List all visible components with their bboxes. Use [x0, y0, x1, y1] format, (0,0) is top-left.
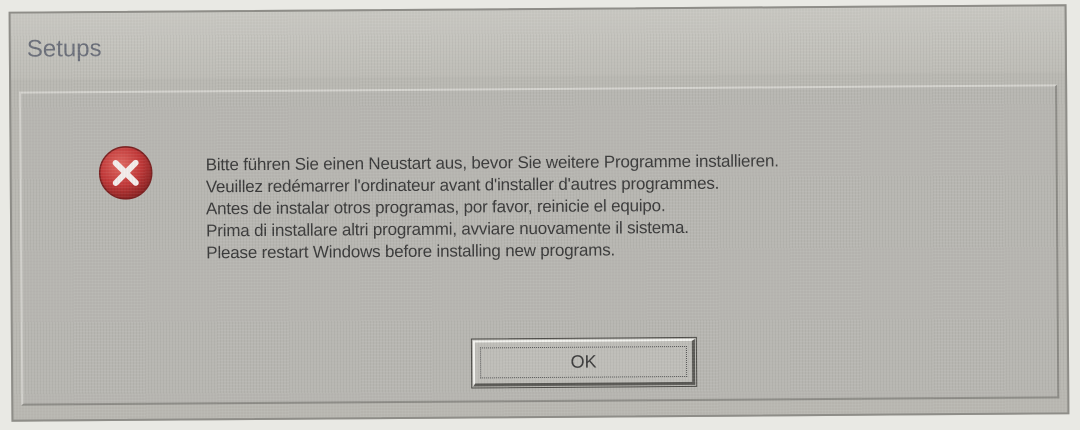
ok-button[interactable]: OK [470, 336, 698, 389]
title-bar[interactable]: Setups [10, 6, 1066, 80]
message-text: Bitte führen Sie einen Neustart aus, bev… [206, 150, 780, 264]
setup-dialog: Setups Bitte führen Sie einen Neustart a… [8, 4, 1070, 422]
dialog-body: Bitte führen Sie einen Neustart aus, bev… [19, 84, 1060, 406]
message-line-en: Please restart Windows before installing… [206, 240, 616, 263]
message-line-fr: Veuillez redémarrer l'ordinateur avant d… [205, 173, 720, 197]
error-icon [98, 146, 153, 200]
window-title: Setups [26, 35, 102, 63]
ok-button-label: OK [570, 351, 597, 372]
